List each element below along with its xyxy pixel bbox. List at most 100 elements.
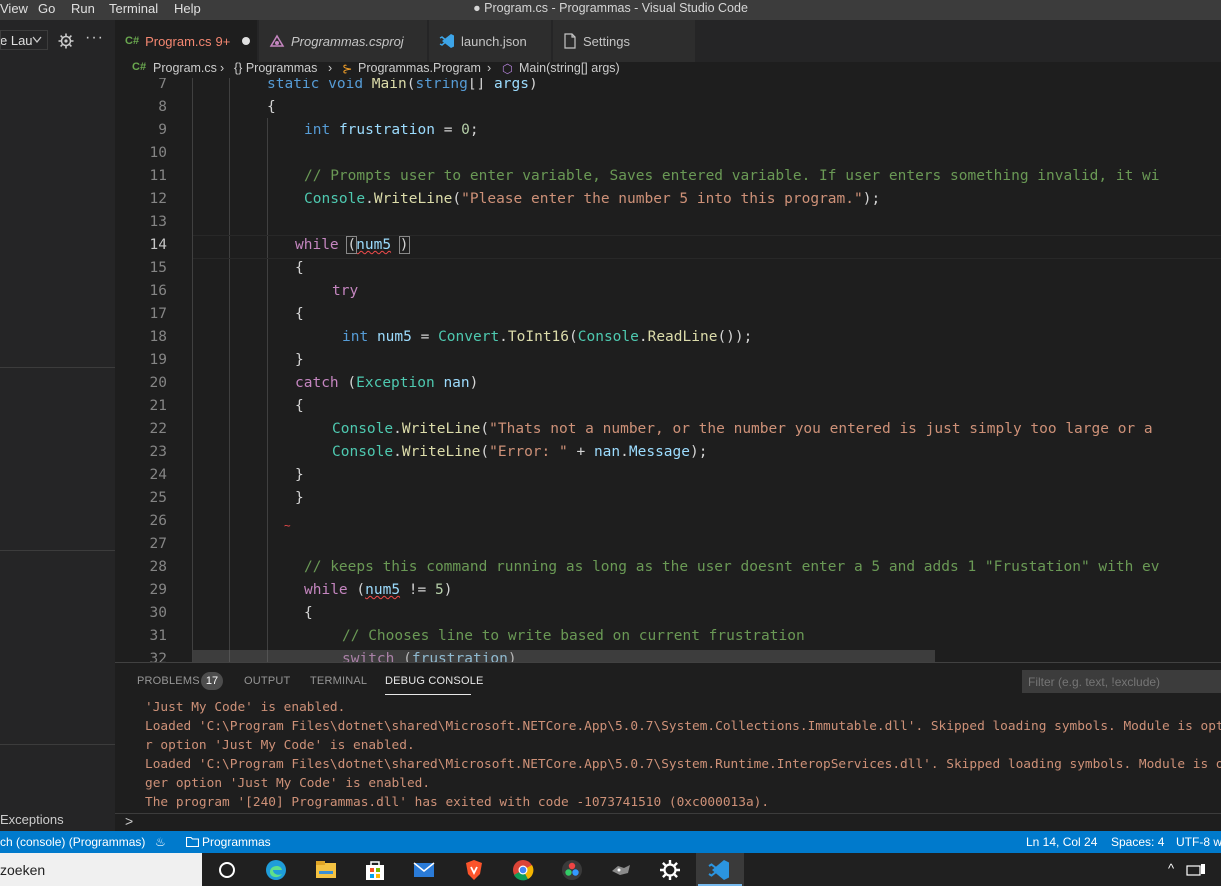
line-number: 21 [149, 398, 167, 414]
line-number: 29 [149, 582, 167, 598]
chevron-up-icon[interactable]: ^ [1168, 861, 1174, 876]
network-icon[interactable] [1186, 863, 1206, 877]
console-input[interactable] [140, 814, 1220, 830]
tab-program-cs[interactable]: C# Program.cs 9+ [115, 20, 257, 62]
class-icon: ⊱ [342, 62, 353, 76]
csharp-file-icon: C# [132, 61, 147, 73]
gear-icon[interactable] [58, 33, 74, 49]
line-number: 10 [149, 145, 167, 161]
line-number: 8 [158, 99, 167, 115]
tab-programmas-csproj[interactable]: Programmas.csproj [259, 20, 427, 62]
code-line: // Chooses line to write based on curren… [342, 628, 805, 644]
console-line: r option 'Just My Code' is enabled. [145, 738, 415, 753]
code-line: try [332, 283, 359, 299]
code-line: // Prompts user to enter variable, Saves… [304, 168, 1160, 184]
chrome-icon[interactable] [512, 859, 534, 881]
microsoft-store-icon[interactable] [364, 859, 386, 881]
breadcrumb-namespace[interactable]: {} Programmas [234, 61, 317, 75]
sidebar-section-divider [0, 367, 115, 368]
search-text: zoeken [0, 862, 46, 878]
console-line: ger option 'Just My Code' is enabled. [145, 776, 431, 791]
encoding-status[interactable]: UTF-8 wi [1176, 835, 1221, 849]
launch-config-border [0, 30, 48, 50]
title-bar: View Go Run Terminal Help ● Program.cs -… [0, 0, 1221, 20]
code-line: Console.WriteLine("Please enter the numb… [304, 191, 881, 207]
more-actions-icon[interactable]: ··· [85, 29, 104, 47]
tab-settings[interactable]: Settings [553, 20, 695, 62]
code-line: static void Main(string[] args) [267, 78, 538, 92]
tab-launch-json[interactable]: launch.json [429, 20, 551, 62]
code-line: { [267, 99, 276, 115]
code-line: catch (Exception nan) [295, 375, 479, 391]
code-line: while (num5 != 5) [304, 582, 453, 598]
problems-badge: 9+ [215, 33, 231, 49]
tab-label: Programmas.csproj [291, 33, 404, 49]
line-number: 25 [149, 490, 167, 506]
project-status[interactable]: Programmas [202, 835, 271, 849]
line-number: 22 [149, 421, 167, 437]
code-editor[interactable]: 7 8 9 10 11 12 13 14 15 16 17 18 19 20 21 22 23 24 25 26 27 2… [115, 78, 1221, 662]
tab-label: Settings [583, 33, 630, 49]
modified-dot-icon[interactable] [242, 37, 251, 45]
line-number: 27 [149, 536, 167, 552]
error-squiggle: ~ [284, 519, 291, 532]
edge-browser-icon[interactable] [265, 859, 287, 881]
tab-label: launch.json [461, 33, 527, 49]
indent-guide [267, 118, 268, 662]
cursor-position[interactable]: Ln 14, Col 24 [1026, 835, 1097, 849]
file-explorer-icon[interactable] [315, 859, 337, 881]
davinci-resolve-icon[interactable] [561, 859, 583, 881]
debug-config-status[interactable]: ch (console) (Programmas) [0, 835, 145, 849]
console-filter-input[interactable] [1022, 670, 1221, 693]
code-line: int frustration = 0; [304, 122, 479, 138]
sidebar-section-divider [0, 550, 115, 551]
chevron-right-icon: › [220, 61, 225, 75]
console-line: The program '[240] Programmas.dll' has e… [145, 795, 770, 810]
mail-icon[interactable] [413, 859, 435, 881]
code-line: } [295, 490, 304, 506]
line-number: 24 [149, 467, 167, 483]
windows-taskbar: zoeken ^ [0, 853, 1221, 886]
code-line: int num5 = Convert.ToInt16(Console.ReadL… [342, 329, 753, 345]
tab-output[interactable]: OUTPUT [244, 675, 290, 687]
problems-count-badge: 17 [201, 672, 223, 690]
indentation-status[interactable]: Spaces: 4 [1111, 835, 1164, 849]
code-line: { [295, 398, 304, 414]
csharp-file-icon: C# [125, 35, 140, 47]
window-title: ● Program.cs - Programmas - Visual Studi… [473, 1, 748, 15]
vscode-taskbar-icon[interactable] [708, 859, 730, 881]
task-view-icon[interactable] [216, 859, 238, 881]
code-line: Console.WriteLine("Thats not a number, o… [332, 421, 1153, 437]
flame-icon[interactable]: ♨ [155, 835, 166, 849]
code-line: } [295, 352, 304, 368]
line-number: 11 [149, 168, 167, 184]
breadcrumb-class[interactable]: Programmas.Program [358, 61, 481, 75]
file-icon [564, 33, 576, 49]
line-number: 16 [149, 283, 167, 299]
brave-browser-icon[interactable] [463, 859, 485, 881]
horizontal-scrollbar[interactable] [193, 650, 935, 662]
tab-terminal[interactable]: TERMINAL [310, 675, 367, 687]
console-prompt-icon: > [125, 813, 134, 829]
settings-gear-icon[interactable] [659, 859, 681, 881]
game-app-icon[interactable] [610, 859, 632, 881]
tab-problems[interactable]: PROBLEMS [137, 675, 200, 687]
line-number: 12 [149, 191, 167, 207]
tab-debug-console[interactable]: DEBUG CONSOLE [385, 675, 484, 687]
code-line: Console.WriteLine("Error: " + nan.Messag… [332, 444, 708, 460]
console-line: Loaded 'C:\Program Files\dotnet\shared\M… [145, 757, 1221, 772]
line-number: 20 [149, 375, 167, 391]
breadcrumb-method[interactable]: Main(string[] args) [519, 61, 620, 75]
code-line: while (num5 ) [295, 236, 410, 254]
debug-sidebar: e Lau ··· Exceptions [0, 20, 115, 831]
breakpoints-exceptions-label[interactable]: Exceptions [0, 812, 64, 827]
chevron-right-icon: › [328, 61, 333, 75]
tab-label: Program.cs [145, 33, 212, 49]
indent-guide [229, 78, 230, 662]
active-tab-underline [385, 694, 471, 695]
code-line: } [295, 467, 304, 483]
taskbar-search-box[interactable]: zoeken [0, 853, 202, 886]
bottom-panel: PROBLEMS 17 OUTPUT TERMINAL DEBUG CONSOL… [115, 662, 1221, 831]
line-number: 17 [149, 306, 167, 322]
breadcrumb-file[interactable]: Program.cs [153, 61, 217, 75]
